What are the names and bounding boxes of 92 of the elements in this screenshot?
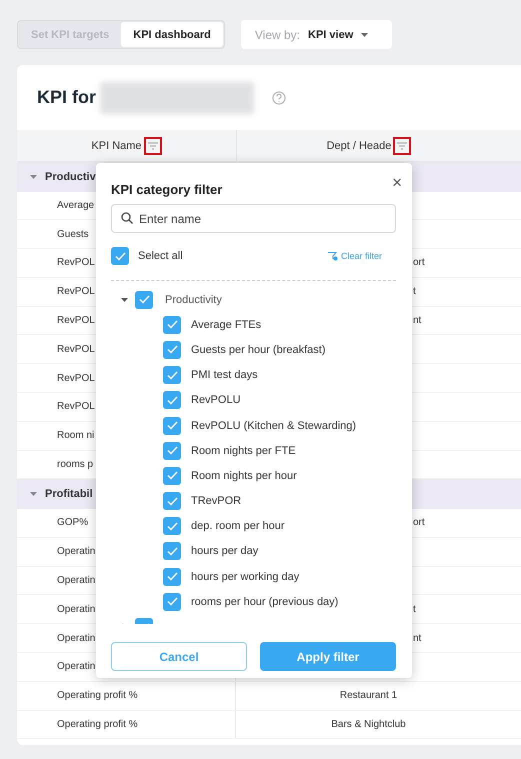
kpi-name: RevPOL bbox=[57, 286, 95, 298]
check-icon bbox=[166, 522, 178, 531]
check-icon bbox=[166, 320, 178, 330]
department: Restaurant 1 bbox=[340, 690, 398, 702]
checkbox[interactable] bbox=[163, 542, 181, 560]
check-icon bbox=[166, 597, 178, 606]
checkbox[interactable] bbox=[163, 442, 181, 460]
checkbox[interactable] bbox=[163, 466, 181, 485]
checkbox[interactable] bbox=[163, 366, 181, 384]
caret-icon bbox=[361, 32, 368, 36]
column-header: KPI Name bbox=[91, 140, 142, 152]
checkbox[interactable] bbox=[163, 340, 181, 359]
checkbox[interactable] bbox=[163, 517, 181, 536]
kpi-label: RevPOLU bbox=[191, 394, 241, 406]
kpi-name: Room ni bbox=[57, 430, 94, 442]
check-icon bbox=[166, 446, 178, 456]
filter-icon bbox=[397, 142, 408, 150]
group-label: Profitabil bbox=[45, 488, 93, 500]
caret-icon[interactable] bbox=[119, 298, 129, 302]
kpi-name: Operatin bbox=[57, 661, 96, 672]
kpi-name: Operatin bbox=[57, 546, 96, 558]
checkbox[interactable] bbox=[163, 492, 181, 510]
filter-icon bbox=[148, 142, 158, 150]
department: ort bbox=[413, 257, 425, 268]
check-icon bbox=[166, 396, 178, 405]
search-field[interactable]: Enter name bbox=[111, 204, 396, 233]
kpi-name: Average bbox=[57, 200, 94, 211]
category-label: Productivity bbox=[165, 294, 222, 306]
kpi-name: Operatin bbox=[57, 604, 96, 615]
view-dropdown[interactable]: View by: KPI view bbox=[240, 20, 392, 49]
checkbox[interactable] bbox=[163, 416, 181, 435]
close-button[interactable]: × bbox=[392, 176, 402, 190]
checkbox[interactable] bbox=[111, 247, 129, 265]
filter-button[interactable] bbox=[393, 136, 412, 154]
help-icon[interactable] bbox=[272, 90, 286, 104]
checkbox[interactable] bbox=[163, 316, 181, 334]
check-icon bbox=[166, 471, 178, 480]
kpi-name: Operating profit % bbox=[57, 690, 138, 702]
checkbox[interactable] bbox=[163, 568, 181, 586]
check-icon bbox=[166, 370, 178, 380]
kpi-label: Guests per hour (breakfast) bbox=[191, 344, 326, 356]
dropdown-value: KPI view bbox=[308, 28, 354, 40]
card-title: KPI for bbox=[37, 87, 96, 108]
kpi-name: RevPOL bbox=[57, 315, 95, 326]
check-icon bbox=[166, 572, 178, 582]
kpi-label: PMI test days bbox=[191, 369, 258, 382]
kpi-label: hours per day bbox=[191, 545, 258, 558]
dropdown-label: View by: bbox=[254, 28, 300, 42]
kpi-name: rooms p bbox=[57, 459, 94, 470]
column-header: Dept / Heade bbox=[326, 140, 392, 152]
check-icon bbox=[166, 421, 178, 430]
kpi-name: GOP% bbox=[57, 517, 88, 528]
filter-clear-icon bbox=[328, 252, 338, 260]
department: Bars & Nightclub bbox=[331, 718, 406, 730]
group-label: Productiv bbox=[45, 170, 96, 183]
department: ort bbox=[413, 517, 425, 528]
kpi-label: Room nights per hour bbox=[191, 470, 297, 482]
apply-button[interactable]: Apply filter bbox=[260, 642, 396, 671]
kpi-label: TRevPOR bbox=[191, 495, 242, 508]
kpi-name: RevPOL bbox=[57, 401, 95, 412]
select-all-label: Select all bbox=[138, 250, 183, 262]
kpi-name: Operating profit % bbox=[57, 718, 138, 730]
tab[interactable]: KPI dashboard bbox=[121, 22, 223, 47]
kpi-label: Average FTEs bbox=[191, 318, 262, 331]
check-icon bbox=[166, 546, 178, 556]
kpi-name: Guests bbox=[57, 228, 89, 240]
kpi-label: RevPOLU (Kitchen & Stewarding) bbox=[191, 420, 356, 432]
department: t bbox=[413, 286, 416, 298]
check-icon bbox=[114, 252, 126, 260]
search-icon bbox=[121, 212, 133, 224]
kpi-label: dep. room per hour bbox=[191, 520, 285, 532]
department: nt bbox=[413, 632, 422, 644]
kpi-label: Room nights per FTE bbox=[191, 444, 296, 457]
kpi-label: rooms per hour (previous day) bbox=[191, 596, 338, 608]
clear-filter-link[interactable]: Clear filter bbox=[328, 251, 382, 261]
department: t bbox=[413, 604, 416, 615]
checkbox[interactable] bbox=[163, 592, 181, 611]
department: nt bbox=[413, 315, 422, 326]
cancel-button[interactable]: Cancel bbox=[111, 642, 247, 671]
kpi-name: RevPOL bbox=[57, 372, 95, 384]
kpi-name: RevPOL bbox=[57, 257, 95, 268]
checkbox[interactable] bbox=[163, 391, 181, 410]
kpi-label: hours per working day bbox=[191, 570, 300, 583]
check-icon bbox=[166, 496, 178, 506]
kpi-name: Operatin bbox=[57, 574, 96, 586]
filter-button[interactable] bbox=[144, 136, 162, 154]
check-icon bbox=[166, 345, 178, 354]
kpi-name: Operatin bbox=[57, 632, 96, 644]
popup-title: KPI category filter bbox=[111, 182, 222, 197]
kpi-name: RevPOL bbox=[57, 344, 95, 355]
check-icon bbox=[138, 295, 150, 304]
checkbox[interactable] bbox=[135, 290, 153, 309]
